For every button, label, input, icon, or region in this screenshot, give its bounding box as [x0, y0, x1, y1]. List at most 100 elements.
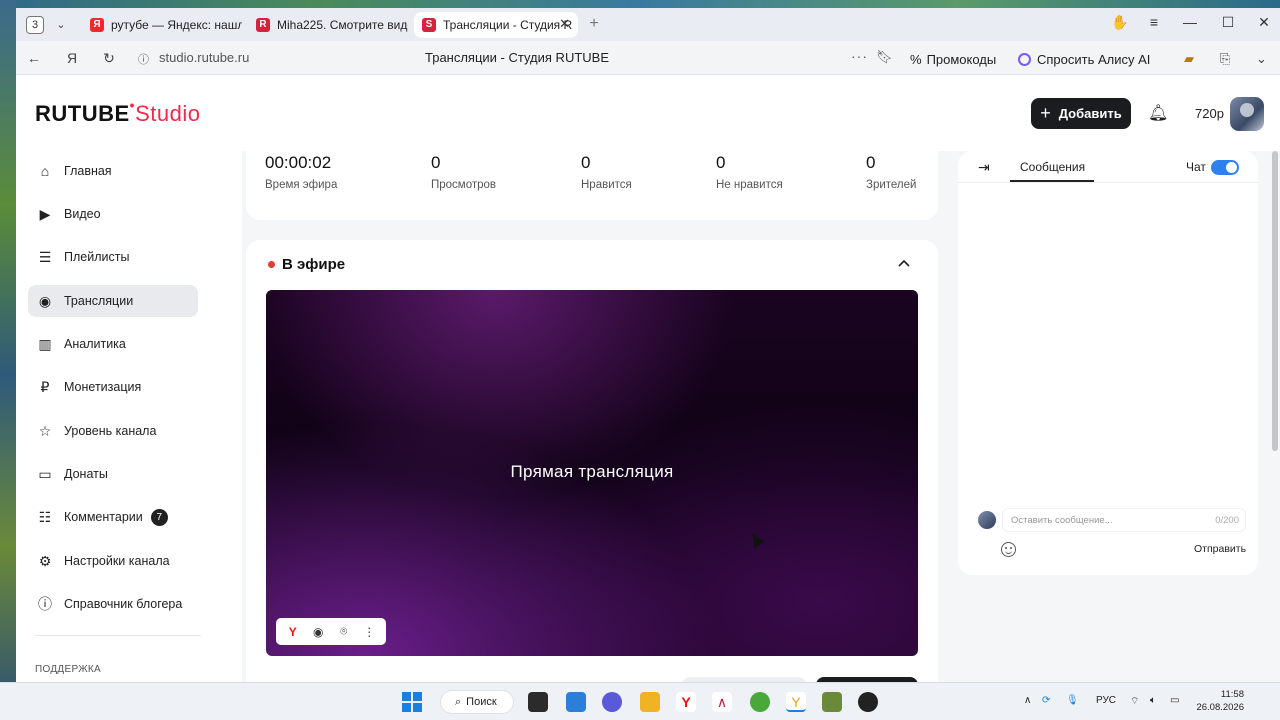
browser-tab[interactable]: R Miha225. Смотрите виде: [248, 12, 408, 38]
task-view-icon[interactable]: [528, 692, 548, 712]
collapse-panel-icon[interactable]: ⇥: [978, 159, 990, 176]
wifi-icon[interactable]: ⌔: [1130, 695, 1139, 708]
info-icon: ⓘ: [38, 596, 52, 612]
browser-window: 3 ⌄ Я рутубе — Яндекс: нашло R Miha225. …: [16, 8, 1280, 682]
main-content: 00:00:02 Время эфира 0 Просмотров 0 Нравится 0…: [246, 139, 956, 682]
broadcast-icon: ◉: [38, 293, 52, 309]
sidebar-item-label: Аналитика: [64, 337, 126, 351]
rutube-studio-favicon-icon: S: [422, 18, 436, 32]
sidebar-item-2[interactable]: ☰ Плейлисты: [28, 241, 198, 273]
message-placeholder: Оставить сообщение...: [1011, 515, 1113, 526]
stat-label: Время эфира: [265, 179, 338, 191]
url-field[interactable]: ⓘ studio.rutube.ru Трансляции - Студия R…: [128, 46, 898, 70]
zoom-app-icon[interactable]: ∧: [712, 692, 732, 712]
sidebar-item-7[interactable]: ▭ Донаты: [28, 458, 198, 490]
alice-button[interactable]: Спросить Алису AI: [1018, 48, 1150, 70]
sidebar-item-3[interactable]: ◉ Трансляции: [28, 285, 198, 317]
yandex-active-icon[interactable]: Y: [786, 692, 806, 712]
stream-player[interactable]: Прямая трансляция Y ◉ ⌾ ⋮: [266, 290, 918, 656]
widgets-icon[interactable]: [566, 692, 586, 712]
reload-icon[interactable]: ↻: [99, 49, 119, 67]
studio-page: RUTUBE•Studio + Добавить 🔔︎ 720p ПОДДЕРЖ…: [16, 75, 1280, 682]
close-window-icon[interactable]: ✕: [1254, 14, 1274, 31]
avatar[interactable]: [1230, 97, 1264, 131]
bookmark-icon[interactable]: 🔖︎: [876, 49, 893, 65]
reader-icon[interactable]: ⎘: [1220, 51, 1230, 67]
chevron-up-icon[interactable]: [896, 256, 912, 272]
promo-label: Промокоды: [926, 51, 997, 67]
chevron-down-icon[interactable]: ⌄: [52, 16, 70, 34]
menu-icon[interactable]: ≡: [1144, 14, 1164, 30]
promo-button[interactable]: % Промокоды: [910, 48, 996, 70]
chat-divider: [958, 182, 1258, 183]
sidebar-item-10[interactable]: ⓘ Справочник блогера: [28, 588, 198, 620]
playlist-icon: ☰: [38, 249, 52, 265]
language-indicator[interactable]: РУС: [1096, 695, 1116, 706]
sidebar-item-5[interactable]: ₽ Монетизация: [28, 371, 198, 403]
more-icon[interactable]: ···: [851, 48, 868, 64]
sidebar-item-label: Справочник блогера: [64, 597, 183, 611]
browser-tab-active[interactable]: S Трансляции - Студия R ✕: [414, 12, 578, 38]
sidebar-item-label: Монетизация: [64, 380, 142, 394]
rutube-favicon-icon: R: [256, 18, 270, 32]
sidebar-item-8[interactable]: ☷ Комментарии 7: [28, 501, 198, 533]
minimize-icon[interactable]: —: [1180, 14, 1200, 30]
browser-tab[interactable]: Я рутубе — Яндекс: нашло: [82, 12, 242, 38]
security-icon[interactable]: ⓘ: [138, 51, 149, 67]
chat-app-icon[interactable]: [602, 692, 622, 712]
back-icon[interactable]: ←: [24, 49, 44, 67]
downloads-icon[interactable]: ⌄: [1256, 51, 1267, 67]
obs-icon[interactable]: [858, 692, 878, 712]
sidebar-item-1[interactable]: ▶ Видео: [28, 198, 198, 230]
stat-item: 0 Не нравится: [716, 153, 783, 191]
tab-count-button[interactable]: 3: [26, 16, 44, 34]
rutube-studio-logo[interactable]: RUTUBE•Studio: [35, 97, 200, 127]
maximize-icon[interactable]: ☐: [1218, 14, 1238, 31]
yandex-home-icon[interactable]: Я: [62, 49, 82, 67]
char-counter: 0/200: [1215, 515, 1239, 526]
live-heading: В эфире: [268, 256, 345, 273]
sidebar-item-6[interactable]: ☆ Уровень канала: [28, 415, 198, 447]
sidebar-item-9[interactable]: ⚙ Настройки канала: [28, 545, 198, 577]
sidebar: ПОДДЕРЖКА ⌂ Главная ▶ Видео ☰ Плейлисты ◉ Транс…: [16, 151, 242, 682]
sync-icon[interactable]: ⟳: [1042, 695, 1050, 706]
minecraft-icon[interactable]: [822, 692, 842, 712]
microphone-icon[interactable]: 🎙︎: [1066, 695, 1079, 706]
sidebar-item-label: Трансляции: [64, 294, 134, 308]
sidebar-item-4[interactable]: ▥ Аналитика: [28, 328, 198, 360]
yandex-icon[interactable]: Y: [283, 625, 303, 639]
avatar: [978, 511, 996, 529]
close-icon[interactable]: ✕: [559, 16, 570, 32]
battery-icon[interactable]: ▭: [1170, 695, 1179, 706]
taskbar-search[interactable]: ⌕ Поиск: [440, 690, 514, 714]
message-input[interactable]: Оставить сообщение... 0/200: [1002, 508, 1246, 532]
extension-icon[interactable]: ✋: [1110, 14, 1130, 31]
tab-messages[interactable]: Сообщения: [1020, 160, 1085, 174]
camera-icon[interactable]: ⌾: [334, 624, 354, 639]
search-label: Поиск: [466, 696, 497, 708]
tray-chevron-icon[interactable]: ∧: [1024, 695, 1031, 706]
more-vertical-icon[interactable]: ⋮: [359, 625, 379, 639]
emoji-icon[interactable]: [1001, 542, 1016, 557]
live-heading-text: В эфире: [282, 256, 346, 273]
sidebar-item-0[interactable]: ⌂ Главная: [28, 155, 198, 187]
new-tab-button[interactable]: +: [584, 14, 604, 34]
quality-indicator[interactable]: 720p: [1195, 106, 1224, 121]
clock-time: 11:58: [1220, 689, 1244, 700]
add-button[interactable]: + Добавить: [1031, 98, 1131, 129]
analytics-icon: ▥: [38, 336, 52, 352]
scrollbar[interactable]: [1272, 151, 1278, 451]
volume-icon[interactable]: 🔈︎: [1150, 695, 1156, 706]
chat-toggle[interactable]: [1211, 160, 1239, 175]
utorrent-icon[interactable]: [750, 692, 770, 712]
sidebar-item-label: Уровень канала: [64, 424, 157, 438]
eye-icon[interactable]: ◉: [308, 625, 328, 639]
windows-start-icon[interactable]: [402, 692, 422, 712]
add-button-label: Добавить: [1058, 106, 1122, 121]
yandex-browser-icon[interactable]: Y: [676, 692, 696, 712]
send-button[interactable]: Отправить: [1194, 543, 1246, 555]
bell-icon[interactable]: 🔔︎: [1148, 103, 1168, 123]
clock[interactable]: 11:58 26.08.2026: [1196, 688, 1244, 714]
file-explorer-icon[interactable]: [640, 692, 660, 712]
extension-icon[interactable]: ▰: [1184, 51, 1194, 67]
